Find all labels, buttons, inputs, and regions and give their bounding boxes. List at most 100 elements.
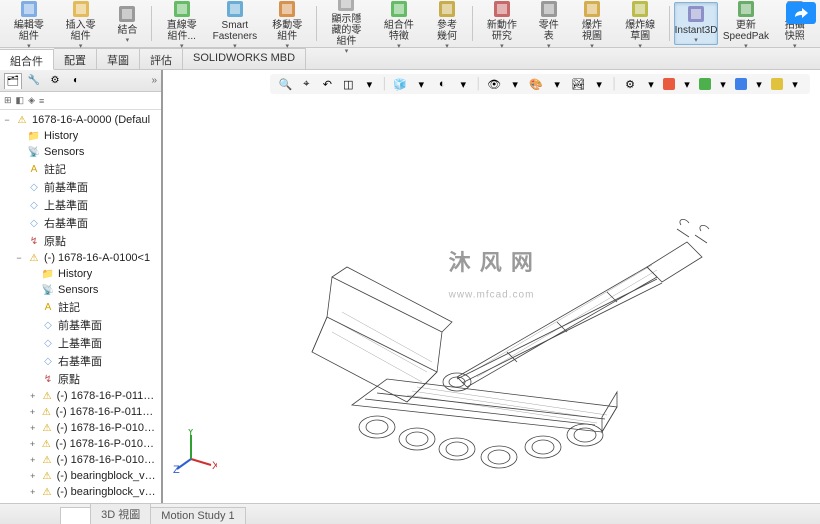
- color-swatch[interactable]: [735, 78, 747, 90]
- ribbon-exp-line-button[interactable]: 爆炸線草圖▾: [615, 2, 665, 45]
- ribbon-label: 組合件特徵: [381, 20, 417, 42]
- tree-node[interactable]: 📡Sensors: [0, 144, 161, 160]
- view-tool-button[interactable]: ↶: [318, 76, 336, 92]
- tree-twisty[interactable]: −: [2, 115, 12, 125]
- view-tool-button[interactable]: 🔍: [276, 76, 294, 92]
- ribbon-motion-button[interactable]: 新動作研究▾: [477, 2, 527, 45]
- tree-node[interactable]: ◇上基準面: [0, 334, 161, 352]
- command-tab[interactable]: 配置: [54, 48, 97, 69]
- panel-restore-icon[interactable]: »: [151, 75, 157, 86]
- config-tab[interactable]: ⚙: [46, 73, 64, 89]
- view-tool-button[interactable]: ⌖: [297, 76, 315, 92]
- color-swatch[interactable]: [771, 78, 783, 90]
- feature-tree: −⚠1678-16-A-0000 (Defaul📁History📡Sensors…: [0, 110, 161, 503]
- ribbon-asm-feat-button[interactable]: 組合件特徵▾: [374, 2, 424, 45]
- part-warn-icon: ⚠: [40, 485, 53, 499]
- color-swatch[interactable]: [699, 78, 711, 90]
- view-tool-button[interactable]: ▾: [590, 76, 608, 92]
- sensor-icon: 📡: [27, 145, 41, 159]
- tree-node[interactable]: +⚠(-) bearingblock_vex...: [0, 484, 161, 500]
- filter-icon[interactable]: ◈: [28, 95, 35, 106]
- dropdown-caret-icon[interactable]: ▾: [714, 76, 732, 92]
- part-warn-icon: ⚠: [40, 389, 53, 403]
- view-tool-button[interactable]: ▾: [548, 76, 566, 92]
- tree-node[interactable]: +⚠(-) 1678-16-P-0114<2...: [0, 404, 161, 420]
- ribbon-speedpak-button[interactable]: 更新SpeedPak▾: [720, 2, 771, 45]
- tree-twisty[interactable]: +: [28, 407, 37, 417]
- tree-twisty[interactable]: +: [28, 423, 37, 433]
- view-tool-button[interactable]: ▾: [412, 76, 430, 92]
- filter-icon[interactable]: ≡: [39, 96, 44, 106]
- tree-node[interactable]: ◇前基準面: [0, 178, 161, 196]
- tree-twisty[interactable]: +: [28, 391, 37, 401]
- tree-node[interactable]: +⚠(-) bearingblock_vex...: [0, 468, 161, 484]
- tree-node[interactable]: A註記: [0, 298, 161, 316]
- view-tool-button[interactable]: ⚙: [621, 76, 639, 92]
- tree-node[interactable]: +⚠(-) 1678-16-P-0101<2...: [0, 436, 161, 452]
- tree-node[interactable]: +⚠(-) 1678-16-P-0101<...: [0, 420, 161, 436]
- tree-node[interactable]: −⚠(-) 1678-16-A-0100<1: [0, 250, 161, 266]
- tree-node[interactable]: −⚠1678-16-A-0000 (Defaul: [0, 112, 161, 128]
- ribbon-bom-button[interactable]: 零件表▾: [529, 2, 569, 45]
- filter-icon[interactable]: ⊞: [4, 95, 12, 106]
- tree-node-label: (-) 1678-16-A-0100<1: [44, 252, 150, 264]
- command-tab[interactable]: SOLIDWORKS MBD: [183, 48, 306, 69]
- ribbon-ref-geom-button[interactable]: 參考幾何▾: [426, 2, 469, 45]
- view-tool-button[interactable]: ◫: [339, 76, 357, 92]
- tree-twisty[interactable]: −: [14, 253, 24, 263]
- dropdown-caret-icon[interactable]: ▾: [786, 76, 804, 92]
- tree-node[interactable]: +⚠(-) 1678-16-P-0102<...: [0, 452, 161, 468]
- share-button[interactable]: [786, 2, 816, 24]
- ribbon-linear-pat-button[interactable]: 直線零組件...▾: [156, 2, 207, 45]
- color-swatch[interactable]: [663, 78, 675, 90]
- tree-node[interactable]: +⚠(-) 1678-16-P-0114<...: [0, 388, 161, 404]
- view-tool-button[interactable]: ◐: [433, 76, 451, 92]
- view-tool-button[interactable]: ▾: [360, 76, 378, 92]
- sheet-tab[interactable]: Motion Study 1: [150, 507, 245, 524]
- tree-node[interactable]: 📁History: [0, 128, 161, 144]
- ribbon-smart-fast-button[interactable]: Smart Fasteners▾: [209, 2, 260, 45]
- ribbon-toolbar: 編輯零組件▾插入零組件▾結合▾直線零組件...▾Smart Fasteners▾…: [0, 0, 820, 48]
- tree-node[interactable]: A註記: [0, 160, 161, 178]
- sheet-tab[interactable]: 3D 視圖: [90, 503, 151, 524]
- tree-twisty[interactable]: +: [28, 487, 37, 497]
- view-tool-button[interactable]: 🏞: [569, 76, 587, 92]
- dropdown-caret-icon[interactable]: ▾: [678, 76, 696, 92]
- ribbon-mate-button[interactable]: 結合▾: [107, 2, 147, 45]
- tree-node[interactable]: ◇右基準面: [0, 352, 161, 370]
- view-tool-button[interactable]: ▾: [506, 76, 524, 92]
- filter-icon[interactable]: ◧: [16, 95, 25, 106]
- display-tab[interactable]: ◐: [67, 73, 85, 89]
- ribbon-explode-button[interactable]: 爆炸視圖▾: [571, 2, 614, 45]
- dropdown-caret-icon[interactable]: ▾: [750, 76, 768, 92]
- tree-node[interactable]: 📡Sensors: [0, 282, 161, 298]
- command-tab[interactable]: 草圖: [97, 48, 140, 69]
- command-tab[interactable]: 評估: [140, 48, 183, 69]
- view-tool-button[interactable]: ▾: [454, 76, 472, 92]
- view-tool-button[interactable]: ▾: [642, 76, 660, 92]
- ribbon-insert-part-button[interactable]: 插入零組件▾: [56, 2, 106, 45]
- tree-node[interactable]: ◇右基準面: [0, 214, 161, 232]
- property-tab[interactable]: 🔧: [25, 73, 43, 89]
- feature-tree-tab[interactable]: 🗂: [4, 73, 22, 89]
- tree-twisty[interactable]: +: [28, 439, 37, 449]
- ribbon-move-button[interactable]: 移動零組件▾: [262, 2, 312, 45]
- tree-node[interactable]: ◇前基準面: [0, 316, 161, 334]
- tree-node[interactable]: ↯原點: [0, 370, 161, 388]
- view-tool-button[interactable]: 🎨: [527, 76, 545, 92]
- sheet-tab[interactable]: [60, 507, 91, 524]
- ribbon-show-hide-button[interactable]: 顯示隱藏的零組件▾: [321, 2, 372, 45]
- view-tool-button[interactable]: 🧊: [391, 76, 409, 92]
- graphics-area[interactable]: 🔍⌖↶◫▾│🧊▾◐▾│👁▾🎨▾🏞▾│⚙▾▾▾▾▾ 沐 风 网 www.mfcad…: [163, 70, 820, 503]
- tree-node[interactable]: ◇上基準面: [0, 196, 161, 214]
- tree-node[interactable]: 📁History: [0, 266, 161, 282]
- tree-twisty[interactable]: +: [28, 471, 37, 481]
- tree-node[interactable]: ↯原點: [0, 232, 161, 250]
- ribbon-instant3d-button[interactable]: Instant3D▾: [674, 2, 719, 45]
- ribbon-edit-part-button[interactable]: 編輯零組件▾: [4, 2, 54, 45]
- command-tab[interactable]: 組合件: [0, 49, 54, 70]
- view-tool-button[interactable]: 👁: [485, 76, 503, 92]
- part-warn-icon: ⚠: [40, 437, 53, 451]
- tree-twisty[interactable]: +: [28, 455, 37, 465]
- view-triad[interactable]: X Y Z: [173, 429, 217, 473]
